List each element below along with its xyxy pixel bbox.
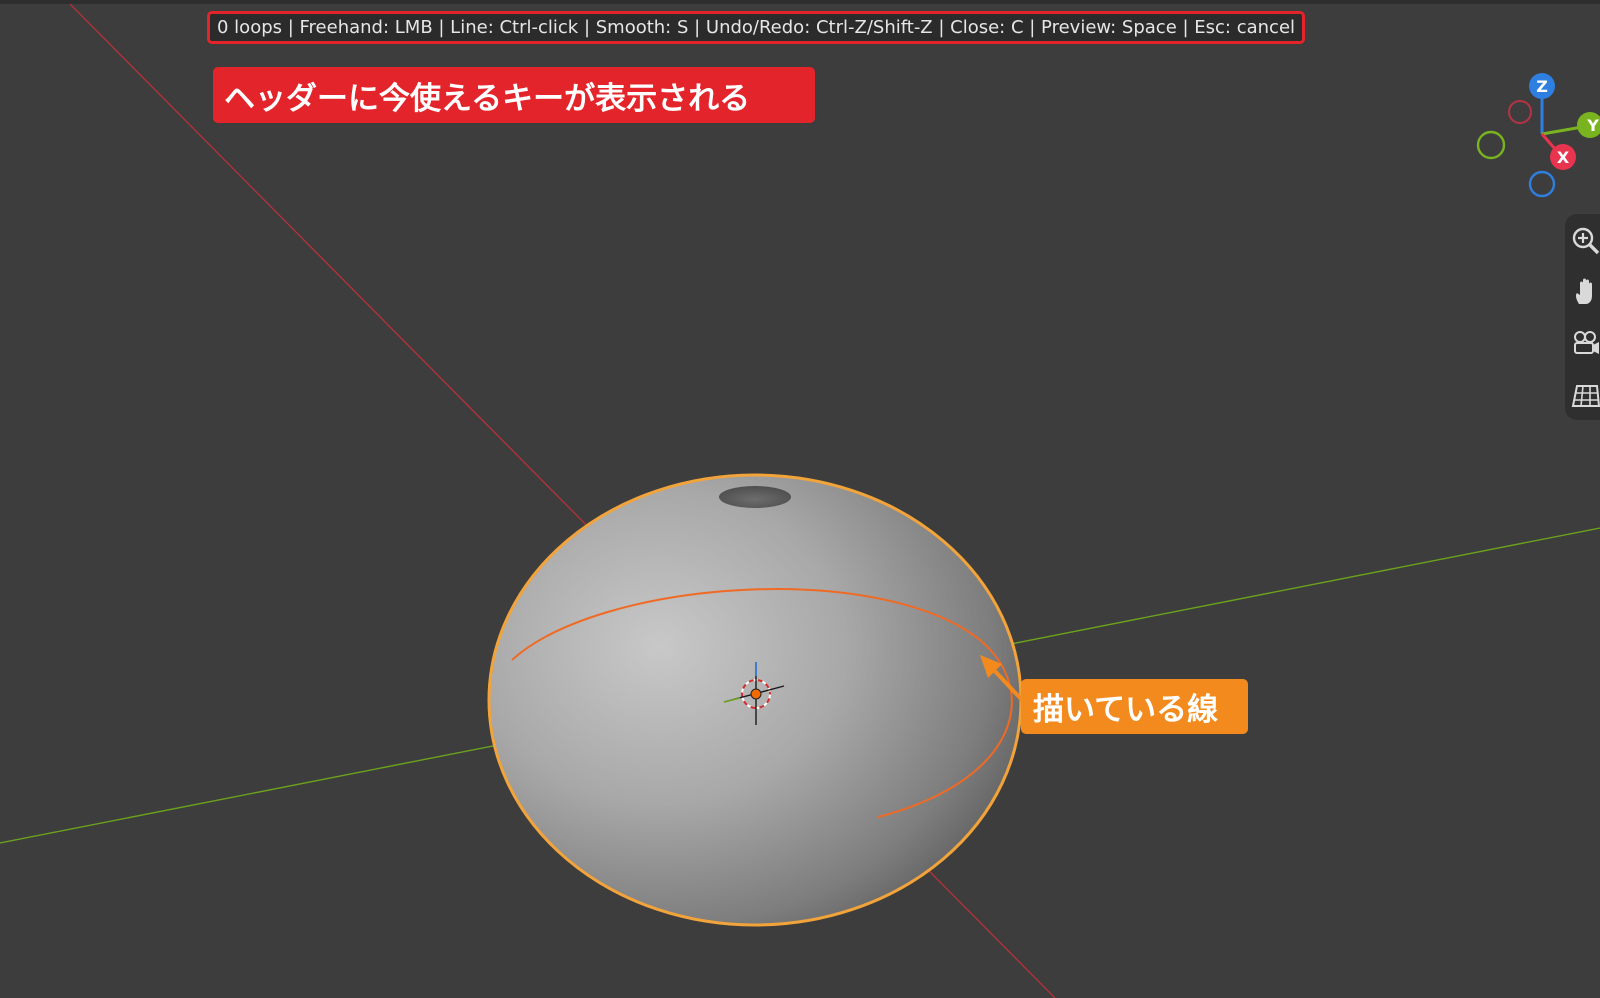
grid-view-icon — [1571, 385, 1600, 407]
header-note-callout: ヘッダーに今使えるキーが表示される — [213, 67, 815, 123]
3d-viewport[interactable]: Z Y X — [0, 0, 1600, 998]
hand-pan-icon — [1575, 278, 1592, 304]
sphere-top-hole — [719, 486, 791, 508]
sphere-object[interactable] — [490, 476, 1020, 924]
grid-view-button[interactable] — [1569, 378, 1600, 412]
header-status-bar: 0 loops | Freehand: LMB | Line: Ctrl-cli… — [207, 11, 1305, 44]
drawing-line-callout: 描いている線 — [1021, 679, 1248, 734]
drawing-line-note-text: 描いている線 — [1033, 692, 1219, 728]
camera-icon — [1574, 331, 1599, 354]
pan-button[interactable] — [1569, 275, 1600, 309]
gizmo-neg-z-handle — [1528, 170, 1556, 198]
zoom-button[interactable] — [1569, 224, 1600, 258]
zoom-icon — [1572, 227, 1600, 255]
header-status-text: 0 loops | Freehand: LMB | Line: Ctrl-cli… — [217, 17, 1296, 38]
header-note-text: ヘッダーに今使えるキーが表示される — [224, 80, 751, 117]
gizmo-neg-x-handle — [1508, 100, 1532, 124]
navigation-gizmo[interactable]: Z Y X — [1476, 73, 1600, 198]
gizmo-y-label: Y — [1586, 116, 1599, 135]
gizmo-neg-y-handle — [1476, 130, 1506, 160]
camera-view-button[interactable] — [1569, 327, 1600, 361]
viewport-navigation-tools — [1565, 214, 1600, 420]
gizmo-x-label: X — [1557, 148, 1570, 167]
gizmo-z-label: Z — [1536, 77, 1548, 96]
